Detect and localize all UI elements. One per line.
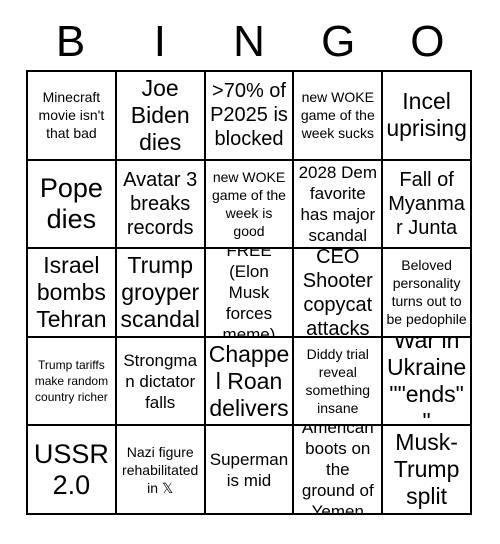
bingo-cell-b2[interactable]: Pope dies: [28, 160, 117, 250]
bingo-cell-text: American boots on the ground of Yemen: [301, 426, 374, 515]
bingo-cell-g5[interactable]: American boots on the ground of Yemen: [294, 426, 384, 515]
bingo-cell-i1[interactable]: Joe Biden dies: [116, 72, 206, 161]
bingo-cell-i2[interactable]: Avatar 3 breaks records: [116, 160, 206, 250]
bingo-cell-o4[interactable]: War in Ukraine ""ends"": [383, 337, 472, 427]
bingo-cell-text: 2028 Dem favorite has major scandal: [298, 162, 377, 245]
bingo-cell-text: Beloved personality turns out to be pedo…: [386, 257, 467, 328]
bingo-cell-text: Fall of Myanmar Junta: [388, 168, 465, 239]
bingo-cell-b4[interactable]: Trump tariffs make random country richer: [28, 337, 117, 427]
bingo-cell-n2[interactable]: new WOKE game of the week is good: [205, 160, 295, 250]
header-letter-n: N: [233, 17, 265, 66]
bingo-cell-b1[interactable]: Minecraft movie isn't that bad: [28, 72, 117, 161]
bingo-cell-text: Diddy trial reveal something insane: [305, 346, 371, 417]
bingo-cell-text: FREE (Elon Musk forces meme): [222, 249, 276, 338]
bingo-cell-i3[interactable]: Trump groyper scandal: [116, 249, 206, 338]
bingo-cell-text: Minecraft movie isn't that bad: [38, 89, 105, 142]
bingo-cell-text: CEO Shooter copycat attacks: [302, 249, 373, 338]
bingo-cell-text: Israel bombs Tehran: [36, 251, 107, 332]
bingo-cell-text: new WOKE game of the week is good: [212, 168, 286, 239]
bingo-cell-text: USSR 2.0: [33, 438, 109, 500]
bingo-cell-g3[interactable]: CEO Shooter copycat attacks: [294, 249, 384, 338]
bingo-cell-text: Incel uprising: [386, 88, 467, 142]
bingo-cell-text: new WOKE game of the week sucks: [300, 89, 375, 142]
header-letter-o: O: [410, 17, 445, 66]
bingo-cell-free[interactable]: FREE (Elon Musk forces meme): [205, 249, 295, 338]
bingo-cell-text: Avatar 3 breaks records: [123, 168, 198, 239]
header-letter-i: I: [153, 17, 166, 66]
bingo-cell-n1[interactable]: >70% of P2025 is blocked: [205, 72, 295, 161]
bingo-cell-i4[interactable]: Strongman dictator falls: [116, 337, 206, 427]
bingo-header: B I N G O: [26, 14, 472, 70]
bingo-cell-text: War in Ukraine ""ends"": [386, 337, 467, 427]
header-letter-g: G: [321, 17, 356, 66]
bingo-cell-o1[interactable]: Incel uprising: [383, 72, 472, 161]
bingo-grid: Minecraft movie isn't that bad Joe Biden…: [26, 70, 472, 515]
bingo-cell-g4[interactable]: Diddy trial reveal something insane: [294, 337, 384, 427]
bingo-cell-i5[interactable]: Nazi figure rehabilitated in 𝕏: [116, 426, 206, 515]
bingo-cell-text: Musk-Trump split: [393, 429, 460, 510]
bingo-card: B I N G O Minecraft movie isn't that bad…: [0, 0, 500, 544]
bingo-cell-text: Chappel Roan delivers: [208, 340, 290, 421]
bingo-cell-o5[interactable]: Musk-Trump split: [383, 426, 472, 515]
bingo-cell-b3[interactable]: Israel bombs Tehran: [28, 249, 117, 338]
bingo-cell-b5[interactable]: USSR 2.0: [28, 426, 117, 515]
bingo-cell-g2[interactable]: 2028 Dem favorite has major scandal: [294, 160, 384, 250]
bingo-cell-n5[interactable]: Superman is mid: [205, 426, 295, 515]
bingo-cell-o3[interactable]: Beloved personality turns out to be pedo…: [383, 249, 472, 338]
bingo-cell-text: Strongman dictator falls: [123, 350, 198, 412]
bingo-cell-text: Pope dies: [39, 172, 103, 234]
bingo-cell-text: Nazi figure rehabilitated in 𝕏: [122, 443, 199, 496]
bingo-cell-g1[interactable]: new WOKE game of the week sucks: [294, 72, 384, 161]
bingo-cell-text: >70% of P2025 is blocked: [210, 80, 288, 151]
bingo-cell-text: Trump tariffs make random country richer: [34, 358, 109, 405]
bingo-cell-text: Superman is mid: [209, 449, 289, 490]
bingo-cell-n4[interactable]: Chappel Roan delivers: [205, 337, 295, 427]
header-letter-b: B: [55, 17, 86, 66]
bingo-cell-text: Trump groyper scandal: [120, 251, 200, 332]
bingo-cell-o2[interactable]: Fall of Myanmar Junta: [383, 160, 472, 250]
bingo-cell-text: Joe Biden dies: [130, 74, 190, 155]
